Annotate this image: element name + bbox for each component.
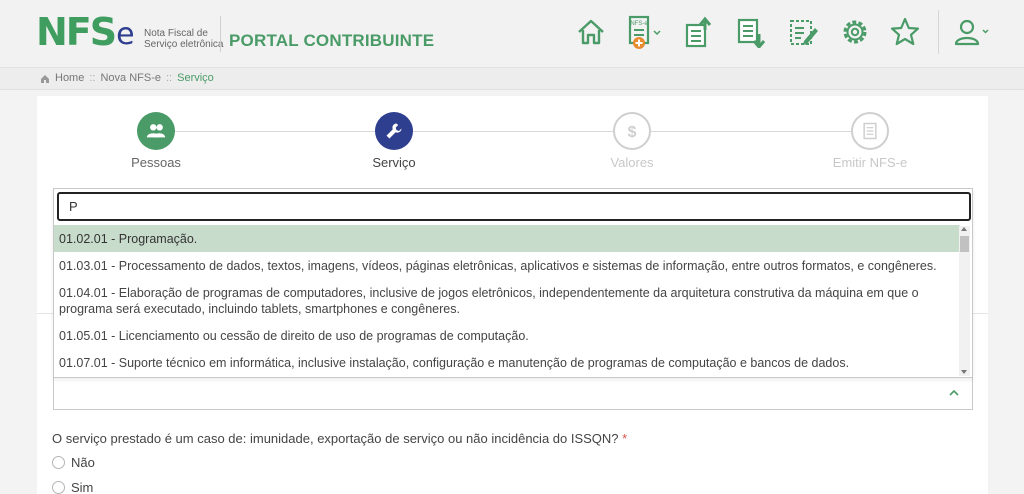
service-options-list: 01.02.01 - Programação. 01.03.01 - Proce…: [54, 225, 960, 377]
radio-sim[interactable]: Sim: [52, 480, 93, 494]
new-nfse-icon[interactable]: NFS-e: [624, 14, 664, 50]
breadcrumb: Home :: Nova NFS-e :: Serviço: [0, 68, 1024, 90]
radio-nao-label: Não: [71, 455, 95, 470]
logo-subtitle-line1: Nota Fiscal de: [144, 28, 208, 39]
step-pessoas-label: Pessoas: [131, 155, 181, 170]
options-scrollbar[interactable]: [959, 226, 970, 376]
issqn-question: O serviço prestado é um caso de: imunida…: [52, 431, 627, 446]
dollar-icon: $: [628, 124, 637, 141]
svg-text:$: $: [628, 124, 637, 141]
scroll-up-arrow-icon[interactable]: [961, 227, 967, 231]
wrench-icon: [386, 123, 402, 139]
breadcrumb-home[interactable]: Home: [55, 68, 84, 89]
nfse-logo[interactable]: NFS e: [36, 12, 135, 52]
step-servico[interactable]: Serviço: [334, 112, 454, 170]
logo-subtitle: Nota Fiscal de Serviço eletrônica: [144, 28, 224, 50]
header-icons-divider: [938, 10, 939, 54]
step-emitir: Emitir NFS-e: [810, 112, 930, 170]
service-dropdown: 01.02.01 - Programação. 01.03.01 - Proce…: [53, 188, 973, 378]
step-valores: $ Valores: [572, 112, 692, 170]
step-pessoas-circle: [137, 112, 175, 150]
service-option[interactable]: 01.07.01 - Suporte técnico em informátic…: [54, 349, 960, 376]
section-divider: [973, 313, 988, 314]
service-select[interactable]: [53, 377, 973, 410]
required-mark: *: [622, 431, 628, 446]
service-option[interactable]: 01.04.01 - Elaboração de programas de co…: [54, 279, 960, 322]
scroll-down-arrow-icon[interactable]: [961, 370, 967, 374]
service-option[interactable]: 01.03.01 - Processamento de dados, texto…: [54, 252, 960, 279]
top-header: NFS e Nota Fiscal de Serviço eletrônica …: [0, 0, 1024, 68]
portal-title: PORTAL CONTRIBUINTE: [229, 31, 435, 50]
step-valores-label: Valores: [610, 155, 654, 170]
breadcrumb-separator: ::: [166, 72, 173, 84]
breadcrumb-nova-nfse[interactable]: Nova NFS-e: [100, 68, 161, 89]
radio-nao-circle[interactable]: [52, 456, 65, 469]
logo-nfs-text: NFS: [36, 10, 117, 54]
step-pessoas[interactable]: Pessoas: [96, 112, 216, 170]
scrollbar-thumb[interactable]: [960, 236, 969, 252]
chevron-up-icon: [949, 389, 959, 396]
radio-nao[interactable]: Não: [52, 455, 95, 470]
stepper-track: [156, 131, 870, 132]
breadcrumb-home-icon: [41, 74, 49, 83]
service-search-input[interactable]: [57, 192, 971, 221]
document-icon: [863, 122, 877, 140]
logo-e-text: e: [116, 17, 135, 52]
download-document-icon[interactable]: [734, 14, 768, 50]
radio-sim-label: Sim: [71, 480, 94, 494]
section-divider: [37, 313, 53, 314]
issqn-question-text: O serviço prestado é um caso de: imunida…: [52, 431, 619, 446]
edit-document-icon[interactable]: [786, 14, 820, 50]
logo-subtitle-line2: Serviço eletrônica: [144, 39, 224, 50]
step-emitir-circle: [851, 112, 889, 150]
settings-gear-icon[interactable]: [838, 14, 872, 50]
home-icon[interactable]: [574, 14, 608, 50]
nfse-badge-text: NFS-e: [630, 21, 648, 27]
people-icon: [146, 124, 166, 138]
upload-document-icon[interactable]: [682, 14, 716, 50]
breadcrumb-separator: ::: [89, 72, 96, 84]
header-divider: [220, 16, 221, 52]
user-menu-icon[interactable]: [952, 14, 992, 50]
service-option[interactable]: 01.02.01 - Programação.: [54, 225, 960, 252]
service-option[interactable]: 01.05.01 - Licenciamento ou cessão de di…: [54, 322, 960, 349]
breadcrumb-servico: Serviço: [177, 72, 214, 84]
step-emitir-label: Emitir NFS-e: [832, 155, 908, 170]
step-servico-label: Serviço: [372, 155, 416, 170]
radio-sim-circle[interactable]: [52, 481, 65, 494]
star-icon[interactable]: [888, 14, 922, 50]
step-servico-circle: [375, 112, 413, 150]
step-valores-circle: $: [613, 112, 651, 150]
